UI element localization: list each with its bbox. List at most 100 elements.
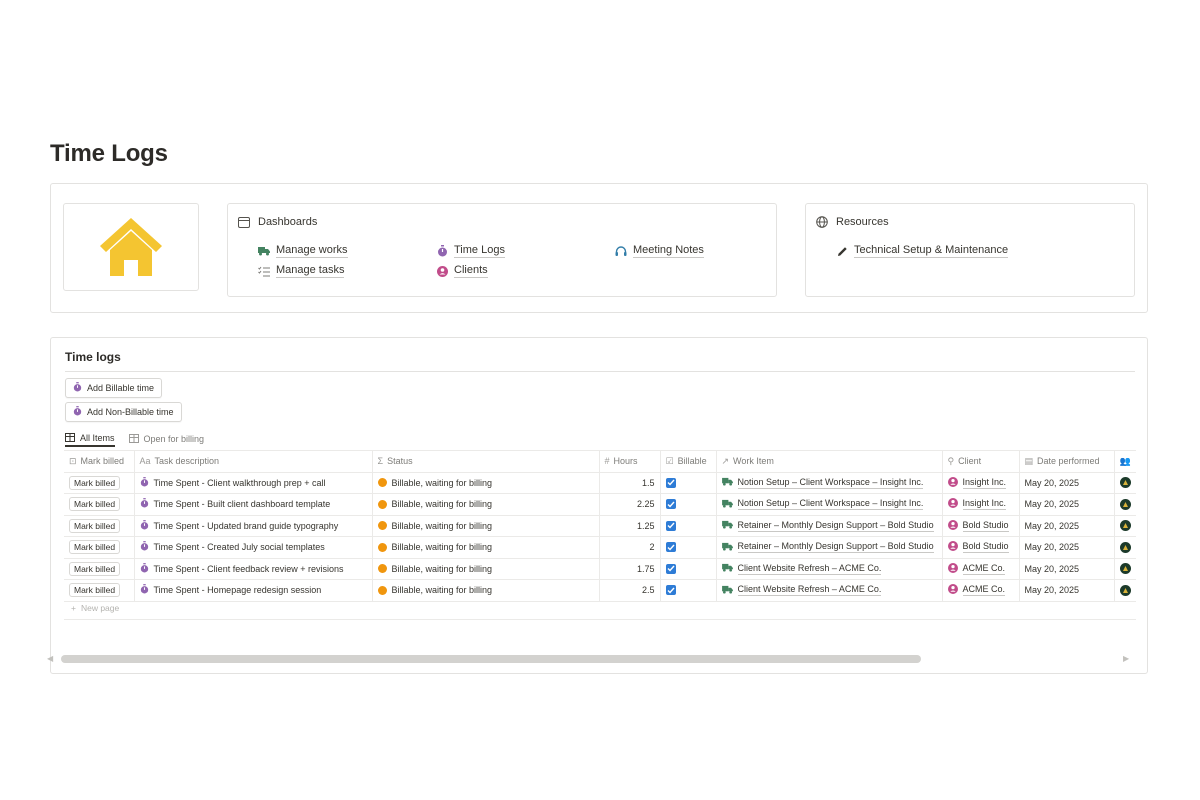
task-title[interactable]: Time Spent - Created July social templat… — [154, 542, 325, 552]
avatar[interactable] — [1119, 584, 1131, 596]
cell-task-description[interactable]: Time Spent - Created July social templat… — [133, 536, 372, 559]
cell-work-item: Client Website Refresh – ACME Co. — [715, 557, 942, 580]
column-header-hours[interactable]: # Hours — [598, 450, 660, 473]
cell-billable — [659, 536, 716, 559]
cell-task-description[interactable]: Time Spent - Updated brand guide typogra… — [133, 514, 372, 537]
cell-task-description[interactable]: Time Spent - Client feedback review + re… — [133, 557, 372, 580]
truck-icon — [721, 499, 733, 510]
link-manage-tasks[interactable]: Manage tasks — [258, 264, 345, 278]
billable-checkbox[interactable] — [665, 499, 676, 509]
link-manage-works[interactable]: Manage works — [258, 244, 348, 258]
plus-icon: + — [71, 603, 76, 613]
client-link[interactable]: Insight Inc. — [962, 477, 1007, 489]
work-item-link[interactable]: Retainer – Monthly Design Support – Bold… — [737, 541, 934, 554]
client-link[interactable]: Insight Inc. — [962, 498, 1007, 511]
table-row[interactable]: Mark billed Time Spent - Updated brand gu… — [64, 514, 1136, 537]
mark-billed-button[interactable]: Mark billed — [69, 475, 121, 490]
cell-task-description[interactable]: Time Spent - Homepage redesign session — [133, 579, 372, 602]
cell-date-performed[interactable]: May 20, 2025 — [1018, 471, 1114, 494]
cell-date-performed[interactable]: May 20, 2025 — [1018, 493, 1114, 516]
cell-task-description[interactable]: Time Spent - Client walkthrough prep + c… — [133, 471, 372, 494]
billable-checkbox[interactable] — [665, 585, 676, 595]
task-title[interactable]: Time Spent - Homepage redesign session — [154, 585, 322, 595]
client-link[interactable]: ACME Co. — [962, 563, 1006, 575]
cell-client: Insight Inc. — [941, 471, 1019, 494]
cell-hours[interactable]: 2.5 — [598, 579, 660, 602]
avatar[interactable] — [1119, 563, 1131, 575]
dashboards-card: Dashboards Manage works Manage tasks Tim… — [227, 203, 777, 297]
client-link[interactable]: Bold Studio — [962, 541, 1009, 554]
link-technical-setup[interactable]: Technical Setup & Maintenance — [836, 244, 1009, 258]
column-header-mark-billed[interactable]: ⊡ Mark billed — [64, 450, 134, 473]
avatar[interactable] — [1119, 498, 1131, 510]
status-dot-icon — [377, 478, 387, 488]
billable-checkbox[interactable] — [665, 563, 676, 574]
link-time-logs[interactable]: Time Logs — [436, 244, 505, 258]
house-icon — [100, 218, 162, 276]
home-card[interactable] — [63, 203, 199, 291]
cell-task-description[interactable]: Time Spent - Built client dashboard temp… — [133, 493, 372, 516]
tab-open-for-billing[interactable]: Open for billing — [128, 431, 204, 447]
cell-date-performed[interactable]: May 20, 2025 — [1018, 579, 1114, 602]
task-title[interactable]: Time Spent - Built client dashboard temp… — [154, 499, 331, 509]
formula-icon: Σ — [377, 456, 384, 467]
new-page-button[interactable]: + New page — [71, 603, 119, 613]
column-header-people[interactable]: 👥 — [1113, 450, 1136, 473]
column-header-task-description[interactable]: Aa Task description — [133, 450, 372, 473]
column-header-date-performed[interactable]: ▤ Date performed — [1018, 450, 1114, 473]
work-item-link[interactable]: Retainer – Monthly Design Support – Bold… — [737, 520, 934, 532]
add-billable-time-button[interactable]: Add Billable time — [65, 378, 163, 398]
mark-billed-button[interactable]: Mark billed — [69, 497, 121, 512]
avatar[interactable] — [1119, 541, 1131, 553]
table-row[interactable]: Mark billed Time Spent - Homepage redesig… — [64, 579, 1136, 602]
work-item-link[interactable]: Client Website Refresh – ACME Co. — [737, 584, 882, 597]
mark-billed-button[interactable]: Mark billed — [69, 583, 121, 598]
task-title[interactable]: Time Spent - Client walkthrough prep + c… — [154, 478, 326, 488]
cell-hours[interactable]: 1.75 — [598, 557, 660, 580]
cell-hours[interactable]: 1.25 — [598, 514, 660, 537]
cell-mark-billed: Mark billed — [64, 471, 134, 494]
client-link[interactable]: Bold Studio — [962, 520, 1009, 532]
add-non-billable-time-button[interactable]: Add Non-Billable time — [65, 402, 182, 422]
cell-date-performed[interactable]: May 20, 2025 — [1018, 514, 1114, 537]
column-header-client[interactable]: ⚲ Client — [941, 450, 1019, 473]
column-header-billable[interactable]: ☑ Billable — [659, 450, 716, 473]
table-row[interactable]: Mark billed Time Spent - Client walkthrou… — [64, 471, 1136, 494]
cell-date-performed[interactable]: May 20, 2025 — [1018, 557, 1114, 580]
table-row[interactable]: Mark billed Time Spent - Built client das… — [64, 493, 1136, 516]
avatar[interactable] — [1119, 520, 1131, 532]
work-item-link[interactable]: Notion Setup – Client Workspace – Insigh… — [737, 477, 924, 489]
task-title[interactable]: Time Spent - Updated brand guide typogra… — [154, 521, 339, 531]
billable-checkbox[interactable] — [665, 542, 676, 552]
title-property-icon: Aa — [139, 456, 151, 467]
link-clients[interactable]: Clients — [436, 264, 488, 278]
billable-checkbox[interactable] — [665, 520, 676, 531]
table-row[interactable]: Mark billed Time Spent - Client feedback … — [64, 557, 1136, 580]
link-meeting-notes[interactable]: Meeting Notes — [615, 244, 704, 258]
horizontal-scrollbar[interactable] — [61, 655, 921, 663]
table-row[interactable]: Mark billed Time Spent - Created July soc… — [64, 536, 1136, 559]
billable-checkbox[interactable] — [665, 477, 676, 488]
stopwatch-icon — [140, 541, 149, 553]
pencil-icon — [836, 245, 848, 257]
cell-hours[interactable]: 1.5 — [598, 471, 660, 494]
column-header-work-item[interactable]: ↗ Work Item — [715, 450, 942, 473]
cell-date-performed[interactable]: May 20, 2025 — [1018, 536, 1114, 559]
cell-mark-billed: Mark billed — [64, 493, 134, 516]
tab-all-items[interactable]: All Items — [65, 431, 115, 447]
mark-billed-button[interactable]: Mark billed — [69, 561, 121, 576]
mark-billed-button[interactable]: Mark billed — [69, 518, 121, 533]
task-title[interactable]: Time Spent - Client feedback review + re… — [154, 564, 344, 574]
cell-hours[interactable]: 2 — [598, 536, 660, 559]
cell-client: Bold Studio — [941, 536, 1019, 559]
client-link[interactable]: ACME Co. — [962, 584, 1006, 597]
avatar[interactable] — [1119, 477, 1131, 489]
column-header-status[interactable]: Σ Status — [371, 450, 599, 473]
cell-hours[interactable]: 2.25 — [598, 493, 660, 516]
mark-billed-button[interactable]: Mark billed — [69, 540, 121, 555]
scroll-left-arrow-icon[interactable]: ◀ — [47, 654, 53, 663]
work-item-link[interactable]: Client Website Refresh – ACME Co. — [737, 563, 882, 575]
work-item-link[interactable]: Notion Setup – Client Workspace – Insigh… — [737, 498, 924, 511]
scroll-right-arrow-icon[interactable]: ▶ — [1123, 654, 1129, 663]
navigation-panel: Dashboards Manage works Manage tasks Tim… — [50, 183, 1148, 313]
